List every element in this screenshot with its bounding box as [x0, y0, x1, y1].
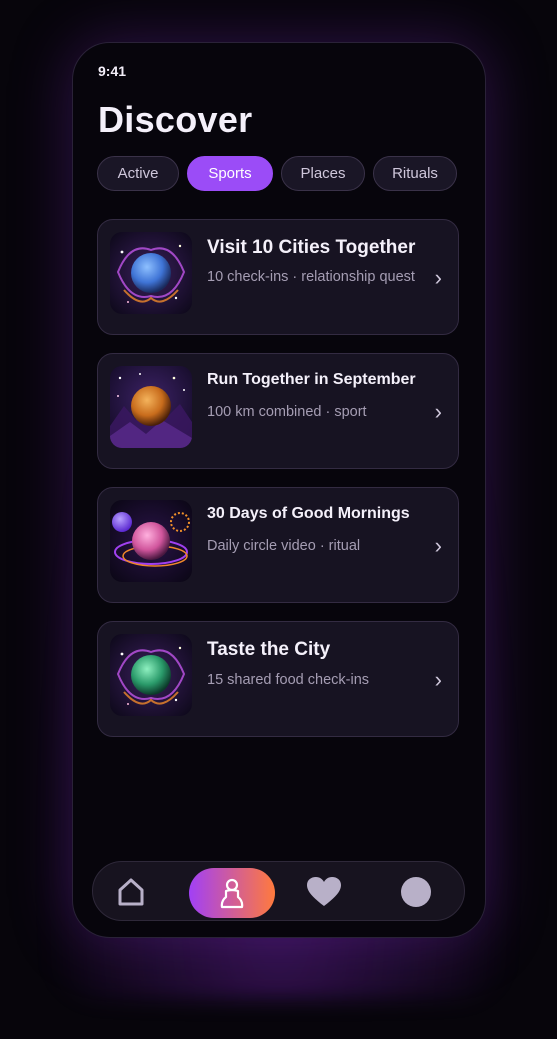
quest-subtitle: Daily circle video · ritual [207, 538, 361, 554]
quest-thumbnail [110, 366, 192, 448]
quest-title: 30 Days of Good Mornings [207, 505, 410, 522]
filter-chip-active[interactable]: Active [97, 156, 179, 191]
quest-thumbnail [110, 232, 192, 314]
chevron-right-icon: › [434, 667, 442, 692]
quest-thumbnail [110, 500, 192, 582]
heart-icon [307, 877, 341, 906]
profile-icon [401, 877, 431, 907]
filter-chip-sports[interactable]: Sports [187, 156, 273, 191]
home-icon [118, 878, 144, 906]
quest-card[interactable]: Taste the City 15 shared food check-ins … [97, 621, 459, 737]
quest-subtitle: 10 check-ins · relationship quest [207, 269, 415, 285]
nav-quests[interactable] [189, 868, 275, 918]
quest-card[interactable]: Run Together in September 100 km combine… [97, 353, 459, 469]
nav-home[interactable] [117, 862, 145, 922]
filter-chip-places[interactable]: Places [281, 156, 365, 191]
nav-favorites[interactable] [303, 862, 345, 922]
chevron-right-icon: › [434, 265, 442, 290]
chevron-right-icon: › [434, 533, 442, 558]
person-icon [220, 878, 244, 909]
quest-title: Taste the City [207, 639, 331, 660]
page-title: Discover [98, 99, 253, 140]
quest-subtitle: 100 km combined · sport [207, 404, 367, 420]
quest-card[interactable]: Visit 10 Cities Together 10 check-ins · … [97, 219, 459, 335]
filter-chips: Active Sports Places Rituals [97, 156, 457, 191]
nav-profile[interactable] [395, 862, 437, 922]
quest-list: Visit 10 Cities Together 10 check-ins · … [97, 219, 459, 755]
quest-thumbnail [110, 634, 192, 716]
filter-chip-rituals[interactable]: Rituals [373, 156, 457, 191]
quest-subtitle: 15 shared food check-ins [207, 672, 370, 688]
quest-title: Visit 10 Cities Together [207, 237, 416, 258]
quest-title: Run Together in September [207, 371, 416, 388]
phone-frame: 9:41 Discover Active Sports Places Ritua… [72, 42, 486, 938]
status-time: 9:41 [98, 63, 127, 79]
bottom-nav [92, 861, 465, 921]
chevron-right-icon: › [434, 399, 442, 424]
quest-card[interactable]: 30 Days of Good Mornings Daily circle vi… [97, 487, 459, 603]
